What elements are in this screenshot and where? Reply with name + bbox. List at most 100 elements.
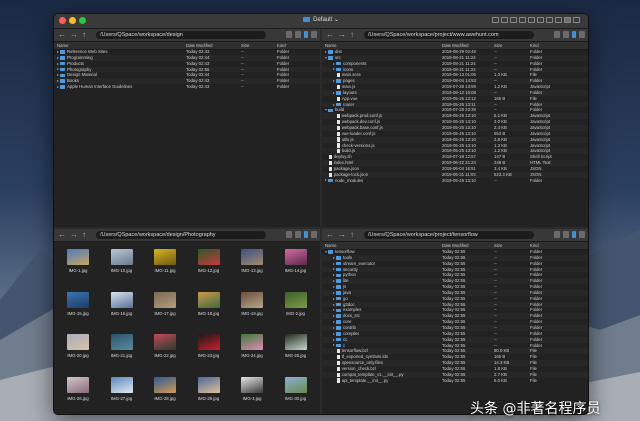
disclosure-open-icon[interactable] — [325, 250, 327, 253]
column-name[interactable]: Name — [325, 243, 336, 248]
disclosure-closed-icon[interactable] — [325, 179, 327, 182]
disclosure-closed-icon[interactable] — [333, 338, 335, 341]
thumbnail-item[interactable]: IMG-1.jpg — [58, 249, 98, 287]
terminal-icon[interactable] — [295, 31, 301, 38]
thumbnail-item[interactable]: IMG-30.jpg — [276, 376, 316, 415]
view-icons-icon[interactable] — [286, 231, 292, 238]
disclosure-closed-icon[interactable] — [57, 56, 59, 59]
info-icon[interactable] — [304, 31, 308, 38]
disclosure-closed-icon[interactable] — [333, 297, 335, 300]
up-arrow-icon[interactable]: ↑ — [82, 230, 86, 240]
more-icon[interactable] — [311, 31, 317, 38]
thumbnail-item[interactable]: IMG-22.jpg — [145, 334, 185, 372]
disclosure-closed-icon[interactable] — [333, 344, 335, 347]
layout-three-left-icon[interactable] — [528, 17, 535, 23]
disclosure-closed-icon[interactable] — [333, 91, 335, 94]
disclosure-closed-icon[interactable] — [57, 80, 59, 83]
column-name[interactable]: Name — [57, 43, 68, 48]
terminal-icon[interactable] — [563, 231, 569, 238]
thumbnail-item[interactable]: IMG-24.jpg — [232, 334, 272, 372]
column-kind[interactable]: Kind — [277, 43, 286, 48]
disclosure-closed-icon[interactable] — [333, 321, 335, 324]
path-field[interactable]: /Users/QSpace/workspace/design — [96, 31, 266, 39]
thumbnail-item[interactable]: IMG-10.jpg — [102, 249, 142, 287]
view-list-icon[interactable] — [554, 31, 560, 38]
thumbnail-item[interactable]: IMG-3.jpg — [232, 376, 272, 415]
layout-three-bottom-icon[interactable] — [555, 17, 562, 23]
column-size[interactable]: Size — [494, 43, 502, 48]
forward-arrow-icon[interactable]: → — [70, 30, 78, 40]
thumbnail-item[interactable]: IMG-26.jpg — [58, 376, 98, 415]
column-name[interactable]: Name — [325, 43, 336, 48]
thumbnail-item[interactable]: IMG-20.jpg — [58, 334, 98, 372]
disclosure-closed-icon[interactable] — [57, 74, 59, 77]
layout-three-right-icon[interactable] — [537, 17, 544, 23]
back-arrow-icon[interactable]: ← — [326, 30, 334, 40]
thumbnail-item[interactable]: IMG-2.jpg — [276, 291, 316, 330]
layout-three-column-icon[interactable] — [519, 17, 526, 23]
list-row[interactable]: Apple Human Interface Guidelines Today 02… — [54, 84, 320, 90]
disclosure-closed-icon[interactable] — [333, 315, 335, 318]
more-icon[interactable] — [579, 231, 585, 238]
more-icon[interactable] — [311, 231, 317, 238]
list-row[interactable]: api_template.__init__.py Today 02:55 6.0 K… — [322, 378, 588, 384]
back-arrow-icon[interactable]: ← — [326, 230, 334, 240]
thumbnail-item[interactable]: IMG-14.jpg — [276, 249, 316, 287]
disclosure-closed-icon[interactable] — [57, 68, 59, 71]
disclosure-open-icon[interactable] — [325, 109, 327, 112]
thumbnail-item[interactable]: IMG-29.jpg — [189, 376, 229, 415]
thumbnail-item[interactable]: IMG-18.jpg — [189, 291, 229, 330]
column-date[interactable]: Date Modified — [442, 243, 469, 248]
terminal-icon[interactable] — [295, 231, 301, 238]
forward-arrow-icon[interactable]: → — [70, 230, 78, 240]
disclosure-open-icon[interactable] — [325, 56, 327, 59]
more-icon[interactable] — [579, 31, 585, 38]
forward-arrow-icon[interactable]: → — [338, 30, 346, 40]
info-icon[interactable] — [572, 231, 576, 238]
column-size[interactable]: Size — [494, 243, 502, 248]
thumbnail-item[interactable]: IMG-19.jpg — [232, 291, 272, 330]
disclosure-closed-icon[interactable] — [333, 268, 335, 271]
path-field[interactable]: /Users/QSpace/workspace/project/tensorfl… — [364, 231, 534, 239]
disclosure-closed-icon[interactable] — [57, 62, 59, 65]
view-list-icon[interactable] — [286, 31, 292, 38]
thumbnail-item[interactable]: IMG-25.jpg — [276, 334, 316, 372]
layout-six-icon[interactable] — [573, 17, 580, 23]
title-bar[interactable]: Default ⌄ — [54, 14, 588, 29]
column-kind[interactable]: Kind — [530, 43, 539, 48]
layout-three-top-icon[interactable] — [546, 17, 553, 23]
thumbnail-item[interactable]: IMG-12.jpg — [189, 249, 229, 287]
thumbnail-item[interactable]: IMG-11.jpg — [145, 249, 185, 287]
disclosure-closed-icon[interactable] — [57, 50, 59, 53]
layout-quad-icon[interactable] — [564, 17, 571, 23]
column-date[interactable]: Date Modified — [442, 43, 469, 48]
disclosure-closed-icon[interactable] — [333, 62, 335, 65]
forward-arrow-icon[interactable]: → — [338, 230, 346, 240]
disclosure-closed-icon[interactable] — [333, 285, 335, 288]
disclosure-closed-icon[interactable] — [333, 332, 335, 335]
up-arrow-icon[interactable]: ↑ — [82, 30, 86, 40]
thumbnail-item[interactable]: IMG-17.jpg — [145, 291, 185, 330]
disclosure-closed-icon[interactable] — [333, 262, 335, 265]
layout-single-icon[interactable] — [492, 17, 499, 23]
info-icon[interactable] — [304, 231, 308, 238]
disclosure-closed-icon[interactable] — [333, 280, 335, 283]
disclosure-closed-icon[interactable] — [333, 303, 335, 306]
disclosure-closed-icon[interactable] — [333, 274, 335, 277]
up-arrow-icon[interactable]: ↑ — [350, 30, 354, 40]
thumbnail-item[interactable]: IMG-28.jpg — [145, 376, 185, 415]
disclosure-closed-icon[interactable] — [333, 80, 335, 83]
disclosure-closed-icon[interactable] — [333, 103, 335, 106]
terminal-icon[interactable] — [563, 31, 569, 38]
thumbnail-item[interactable]: IMG-27.jpg — [102, 376, 142, 415]
path-field[interactable]: /Users/QSpace/workspace/design/Photograp… — [96, 231, 266, 239]
disclosure-closed-icon[interactable] — [325, 50, 327, 53]
disclosure-closed-icon[interactable] — [333, 309, 335, 312]
thumbnail-item[interactable]: IMG-23.jpg — [189, 334, 229, 372]
layout-two-column-icon[interactable] — [501, 17, 508, 23]
thumbnail-item[interactable]: IMG-13.jpg — [232, 249, 272, 287]
disclosure-closed-icon[interactable] — [57, 85, 59, 88]
list-row[interactable]: node_modules 2019-05-25 13:10 -- Folder — [322, 178, 588, 184]
layout-two-row-icon[interactable] — [510, 17, 517, 23]
thumbnail-item[interactable]: IMG-16.jpg — [102, 291, 142, 330]
